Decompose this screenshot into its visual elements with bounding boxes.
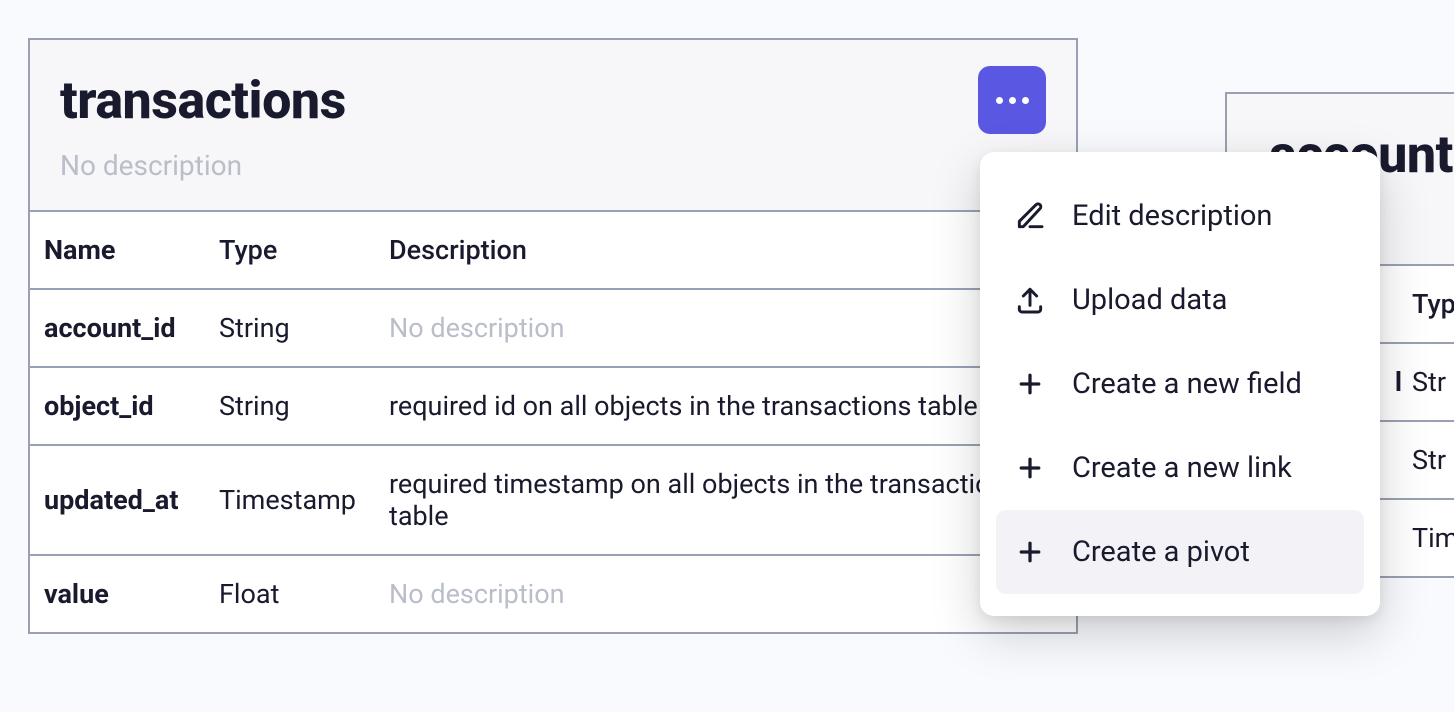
field-description: No description — [375, 289, 1076, 367]
field-description: required timestamp on all objects in the… — [375, 445, 1076, 555]
field-type: Tim — [1412, 499, 1454, 576]
col-header-description: Description — [375, 212, 1076, 289]
col-header-name: Name — [30, 212, 205, 289]
field-type: Timestamp — [205, 445, 375, 555]
field-type: Str — [1412, 343, 1454, 421]
menu-item-create-field[interactable]: Create a new field — [996, 342, 1364, 426]
edit-icon — [1012, 198, 1048, 234]
plus-icon — [1012, 450, 1048, 486]
card-subtitle: No description — [60, 149, 1046, 182]
field-name: account_id — [30, 289, 205, 367]
field-type: Float — [205, 555, 375, 632]
field-type: String — [205, 289, 375, 367]
field-name: object_id — [30, 367, 205, 445]
col-header-type: Type — [205, 212, 375, 289]
table-row[interactable]: value Float No description — [30, 555, 1076, 632]
menu-item-label: Edit description — [1072, 199, 1272, 233]
transactions-card: transactions No description Name Type De… — [28, 38, 1078, 634]
plus-icon — [1012, 366, 1048, 402]
more-options-button[interactable] — [978, 66, 1046, 134]
menu-item-create-pivot[interactable]: Create a pivot — [996, 510, 1364, 594]
card-title: transactions — [60, 70, 1046, 131]
menu-item-upload-data[interactable]: Upload data — [996, 258, 1364, 342]
menu-item-label: Create a new link — [1072, 451, 1292, 485]
card-header: transactions No description — [30, 40, 1076, 212]
table-row[interactable]: account_id String No description — [30, 289, 1076, 367]
field-name: value — [30, 555, 205, 632]
upload-icon — [1012, 282, 1048, 318]
menu-item-label: Upload data — [1072, 283, 1227, 317]
field-type: String — [205, 367, 375, 445]
field-type: Str — [1412, 421, 1454, 499]
menu-item-create-link[interactable]: Create a new link — [996, 426, 1364, 510]
table-row[interactable]: object_id String required id on all obje… — [30, 367, 1076, 445]
menu-item-edit-description[interactable]: Edit description — [996, 174, 1364, 258]
field-description: No description — [375, 555, 1076, 632]
field-description: required id on all objects in the transa… — [375, 367, 1076, 445]
menu-item-label: Create a pivot — [1072, 535, 1250, 569]
fields-table: Name Type Description account_id String … — [30, 212, 1076, 632]
table-row[interactable]: updated_at Timestamp required timestamp … — [30, 445, 1076, 555]
context-menu: Edit description Upload data Create a ne… — [980, 152, 1380, 616]
col-header-type: Typ — [1412, 266, 1454, 343]
plus-icon — [1012, 534, 1048, 570]
ellipsis-icon — [996, 97, 1029, 104]
menu-item-label: Create a new field — [1072, 367, 1302, 401]
table-header-row: Name Type Description — [30, 212, 1076, 289]
field-name: updated_at — [30, 445, 205, 555]
